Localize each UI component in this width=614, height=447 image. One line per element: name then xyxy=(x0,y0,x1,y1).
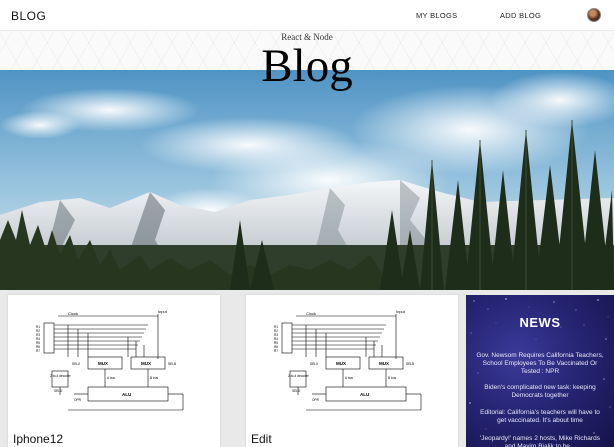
brand-logo[interactable]: BLOG xyxy=(11,9,46,23)
diagram-selx-label: SELX xyxy=(310,362,319,366)
diagram-input-label: Input xyxy=(158,309,168,314)
diagram-reg-label: R7 xyxy=(274,349,278,353)
news-item[interactable]: Biden's complicated new task: keeping De… xyxy=(476,384,604,400)
news-item[interactable]: Editorial: California's teachers will ha… xyxy=(476,409,604,425)
cpu-block-diagram-icon: Clock Input MUX MUX ALU R1 R2 R3 R4 R5 R… xyxy=(246,295,458,420)
diagram-mux-label: MUX xyxy=(336,361,346,366)
diagram-input-label: Input xyxy=(396,309,406,314)
diagram-seld-label: SELD xyxy=(292,389,301,393)
blog-card-title[interactable]: Iphone12 xyxy=(13,432,63,446)
diagram-selx-label: SELX xyxy=(72,362,81,366)
diagram-reg-label: R7 xyxy=(36,349,40,353)
diagram-mux-label: MUX xyxy=(98,361,108,366)
diagram-clock-label: Clock xyxy=(306,311,316,316)
diagram-abus-label: A bus xyxy=(345,376,353,380)
diagram-opr-label: OPR xyxy=(74,398,82,402)
diagram-opr-label: OPR xyxy=(312,398,320,402)
diagram-selb-label: SELB xyxy=(406,362,414,366)
user-avatar[interactable] xyxy=(587,8,601,22)
blog-card-title[interactable]: Edit xyxy=(251,432,272,446)
news-panel: NEWS Gov. Newsom Requires California Tea… xyxy=(466,295,614,447)
news-heading: NEWS xyxy=(519,315,561,330)
diagram-decoder-label: 2-to-4 decoder xyxy=(50,374,72,378)
hero-banner-image xyxy=(0,70,614,290)
diagram-mux-label: MUX xyxy=(141,361,151,366)
nav-add-blog[interactable]: ADD BLOG xyxy=(500,11,541,20)
diagram-alu-label: ALU xyxy=(122,392,131,397)
diagram-selb-label: SELB xyxy=(168,362,176,366)
news-item[interactable]: 'Jeopardy!' names 2 hosts, Mike Richards… xyxy=(476,435,604,447)
diagram-clock-label: Clock xyxy=(68,311,78,316)
diagram-seld-label: SELD xyxy=(54,389,63,393)
diagram-bbus-label: B bus xyxy=(388,376,397,380)
nav-my-blogs[interactable]: MY BLOGS xyxy=(416,11,457,20)
top-navbar: BLOG MY BLOGS ADD BLOG xyxy=(0,0,614,31)
diagram-abus-label: A bus xyxy=(107,376,115,380)
cpu-block-diagram-icon: Clock Input MUX MUX ALU R1 R2 R3 R4 R5 R… xyxy=(8,295,220,420)
diagram-bbus-label: B bus xyxy=(150,376,159,380)
page-title: Blog xyxy=(261,40,353,92)
blog-cards-section: Clock Input MUX MUX ALU R1 R2 R3 R4 R5 R… xyxy=(0,290,614,447)
news-item[interactable]: Gov. Newsom Requires California Teachers… xyxy=(476,352,604,376)
diagram-mux-label: MUX xyxy=(379,361,389,366)
diagram-decoder-label: 2-to-4 decoder xyxy=(288,374,310,378)
blog-card[interactable]: Clock Input MUX MUX ALU R1 R2 R3 R4 R5 R… xyxy=(246,295,458,447)
blog-card[interactable]: Clock Input MUX MUX ALU R1 R2 R3 R4 R5 R… xyxy=(8,295,220,447)
diagram-alu-label: ALU xyxy=(360,392,369,397)
